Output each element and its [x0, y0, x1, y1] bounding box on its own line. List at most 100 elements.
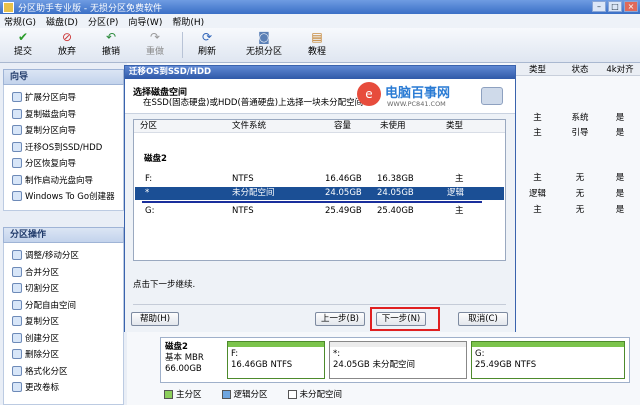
col-partition[interactable]: 分区: [140, 120, 157, 132]
undo-button[interactable]: ↶ 撤销: [102, 30, 120, 60]
split-icon: [12, 283, 22, 294]
windows-to-go-icon: [12, 191, 22, 202]
partition-f[interactable]: F: 16.46GB NTFS: [227, 341, 325, 379]
disk-icon: ◙: [258, 30, 270, 44]
copy-partition-icon: [12, 125, 22, 136]
discard-button[interactable]: ⊘ 放弃: [58, 30, 76, 60]
dialog-title: 迁移OS到SSD/HDD: [125, 66, 515, 79]
title-bar: 分区助手专业版 - 无损分区免费软件 – □ ×: [0, 0, 640, 14]
back-button[interactable]: 上一步(B): [315, 312, 365, 326]
format-icon: [12, 365, 22, 376]
menu-bar: 常规(G) 磁盘(D) 分区(P) 向导(W) 帮助(H): [0, 14, 640, 28]
logo-title: 电脑百事网: [385, 86, 451, 101]
help-button[interactable]: 帮助(H): [131, 312, 179, 326]
disk-label: 磁盘2: [144, 154, 167, 164]
legend: 主分区 逻辑分区 未分配空间: [160, 386, 630, 402]
col-capacity[interactable]: 容量: [334, 120, 351, 132]
col-filesystem[interactable]: 文件系统: [232, 120, 266, 132]
app-icon: [3, 1, 14, 13]
next-button[interactable]: 下一步(N): [376, 312, 426, 326]
redo-icon: ↷: [149, 30, 161, 44]
book-icon: ▤: [311, 30, 323, 44]
wizard-item[interactable]: 复制分区向导: [4, 122, 123, 139]
tutorial-button[interactable]: ▤ 教程: [308, 30, 326, 60]
partition-unallocated[interactable]: *: 24.05GB 未分配空间: [329, 341, 467, 379]
wizard-item[interactable]: Windows To Go创建器: [4, 188, 123, 205]
partition-row[interactable]: G: NTFS 25.49GB 25.40GB 主: [135, 205, 504, 218]
refresh-icon: ⟳: [201, 30, 213, 44]
col-type[interactable]: 类型: [515, 63, 560, 75]
wizard-item[interactable]: 迁移OS到SSD/HDD: [4, 139, 123, 156]
partition-op-item[interactable]: 更改卷标: [4, 379, 123, 396]
table-row[interactable]: 主 无 是: [515, 170, 640, 184]
partition-op-item[interactable]: 删除分区: [4, 346, 123, 363]
resize-icon: [12, 250, 22, 261]
wizard-item[interactable]: 制作启动光盘向导: [4, 172, 123, 189]
wizard-item[interactable]: 复制磁盘向导: [4, 106, 123, 123]
extend-icon: [12, 92, 22, 103]
col-type[interactable]: 类型: [446, 120, 463, 132]
migrate-os-icon: [12, 141, 22, 152]
dialog-header: 选择磁盘空间 在SSD(固态硬盘)或HDD(普通硬盘)上选择一块未分配空间 e …: [125, 79, 515, 114]
dialog-body: 分区 文件系统 容量 未使用 类型 磁盘2 F: NTFS 16.46GB 16…: [125, 114, 515, 332]
table-row[interactable]: 主 系统 是: [515, 110, 640, 124]
refresh-button[interactable]: ⟳ 刷新: [198, 30, 216, 60]
toolbar: ✔ 提交 ⊘ 放弃 ↶ 撤销 ↷ 重做 ⟳ 刷新 ◙ 无损分区 ▤ 教程: [0, 28, 640, 63]
merge-icon: [12, 266, 22, 277]
partition-g[interactable]: G: 25.49GB NTFS: [471, 341, 625, 379]
legend-primary: 主分区: [164, 388, 202, 400]
disk-info[interactable]: 磁盘2 基本 MBR 66.00GB: [165, 342, 223, 380]
left-panel: 向导 扩展分区向导 复制磁盘向导 复制分区向导 迁移OS到SSD/HDD 分区恢…: [0, 63, 127, 405]
partition-op-item[interactable]: 格式化分区: [4, 363, 123, 380]
window-title: 分区助手专业版 - 无损分区免费软件: [18, 3, 162, 14]
partition-list: 分区 文件系统 容量 未使用 类型 磁盘2 F: NTFS 16.46GB 16…: [133, 119, 506, 261]
table-row[interactable]: 逻辑 无 是: [515, 186, 640, 200]
menu-general[interactable]: 常规(G): [4, 15, 36, 28]
legend-logical: 逻辑分区: [221, 388, 268, 400]
wizard-section: 扩展分区向导 复制磁盘向导 复制分区向导 迁移OS到SSD/HDD 分区恢复向导…: [3, 85, 124, 211]
partition-row-selected[interactable]: * 未分配空间 24.05GB 24.05GB 逻辑: [135, 187, 504, 200]
partition-row[interactable]: F: NTFS 16.46GB 16.38GB 主: [135, 173, 504, 186]
wizard-section-header[interactable]: 向导: [3, 69, 124, 85]
allocate-icon: [12, 299, 22, 310]
lossless-partition-button[interactable]: ◙ 无损分区: [246, 30, 282, 60]
delete-icon: [12, 349, 22, 360]
disk-map: 磁盘2 基本 MBR 66.00GB F: 16.46GB NTFS *: 24…: [160, 337, 630, 383]
toolbar-separator: [182, 32, 183, 58]
partition-op-item[interactable]: 创建分区: [4, 330, 123, 347]
menu-partition[interactable]: 分区(P): [88, 15, 118, 28]
menu-wizard[interactable]: 向导(W): [128, 15, 162, 28]
migrate-os-dialog: 迁移OS到SSD/HDD 选择磁盘空间 在SSD(固态硬盘)或HDD(普通硬盘)…: [124, 65, 516, 332]
boot-cd-icon: [12, 174, 22, 185]
hint-text: 点击下一步继续.: [133, 280, 196, 290]
table-row[interactable]: 主 引导 是: [515, 125, 640, 139]
cancel-button[interactable]: 取消(C): [458, 312, 508, 326]
maximize-button[interactable]: □: [608, 1, 622, 12]
wizard-item[interactable]: 分区恢复向导: [4, 155, 123, 172]
wizard-item[interactable]: 扩展分区向导: [4, 89, 123, 106]
partition-op-item[interactable]: 复制分区: [4, 313, 123, 330]
redo-button[interactable]: ↷ 重做: [146, 30, 164, 60]
table-row[interactable]: 主 无 是: [515, 202, 640, 216]
disk-icon: [481, 87, 503, 105]
partition-ops-section-header[interactable]: 分区操作: [3, 227, 124, 243]
menu-disk[interactable]: 磁盘(D): [46, 15, 78, 28]
label-icon: [12, 382, 22, 393]
col-status[interactable]: 状态: [560, 63, 600, 75]
close-button[interactable]: ×: [624, 1, 638, 12]
copy-icon: [12, 316, 22, 327]
col-align[interactable]: 4k对齐: [600, 63, 640, 75]
partition-op-item[interactable]: 调整/移动分区: [4, 247, 123, 264]
partition-op-item[interactable]: 合并分区: [4, 264, 123, 281]
discard-icon: ⊘: [61, 30, 73, 44]
commit-button[interactable]: ✔ 提交: [14, 30, 32, 60]
partition-op-item[interactable]: 分配自由空间: [4, 297, 123, 314]
check-icon: ✔: [17, 30, 29, 44]
partition-op-item[interactable]: 切割分区: [4, 280, 123, 297]
menu-help[interactable]: 帮助(H): [172, 15, 204, 28]
minimize-button[interactable]: –: [592, 1, 606, 12]
col-unused[interactable]: 未使用: [380, 120, 406, 132]
legend-unallocated: 未分配空间: [287, 388, 342, 400]
divider: [133, 304, 506, 305]
recovery-icon: [12, 158, 22, 169]
